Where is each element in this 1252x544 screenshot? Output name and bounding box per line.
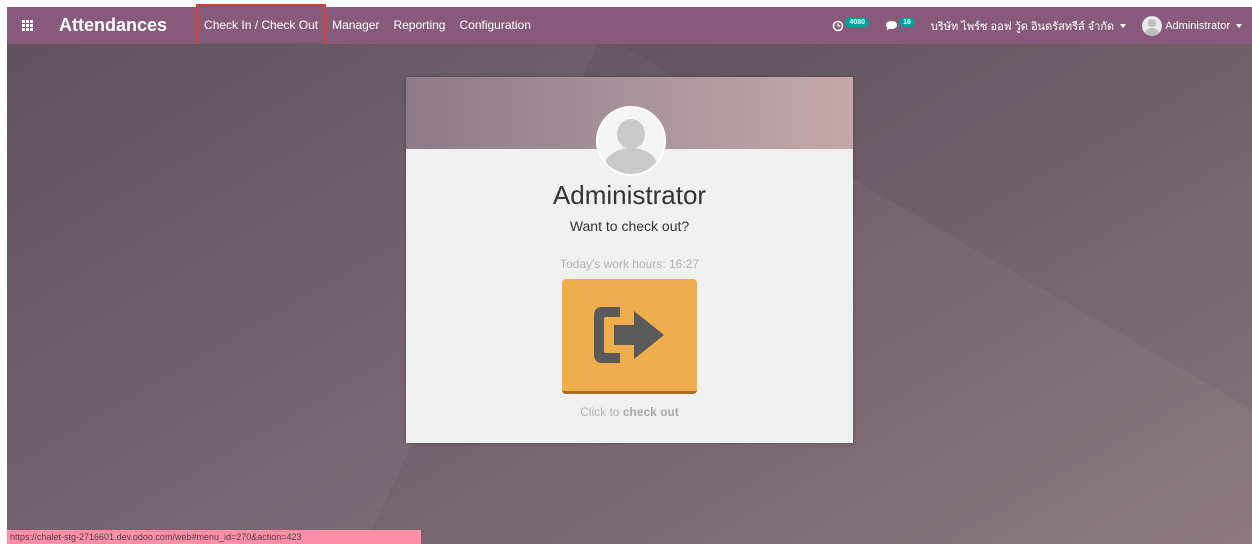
top-menu: Check In / Check Out Manager Reporting C…: [196, 4, 538, 55]
employee-avatar: [596, 106, 666, 176]
activity-menu[interactable]: 4080: [832, 18, 870, 32]
sign-out-icon: [593, 307, 664, 363]
employee-name: Administrator: [552, 180, 707, 210]
chevron-down-icon: [1120, 23, 1127, 28]
systray: 4080 16 บริษัท ไพร์ซ ออฟ วู้ด อินดรัสทรี…: [816, 7, 1252, 44]
check-out-hint: Click to check out: [406, 405, 853, 419]
chat-icon: [886, 20, 898, 30]
company-name: บริษัท ไพร์ซ ออฟ วู้ด อินดรัสทรีส์ จำกัด: [930, 20, 1115, 33]
user-name: Administrator: [1165, 19, 1230, 32]
activity-badge: 4080: [845, 18, 870, 27]
avatar: [1142, 15, 1163, 36]
chevron-down-icon: [1236, 23, 1242, 28]
main-content: Administrator Want to check out? Today's…: [7, 44, 1252, 544]
menu-configuration[interactable]: Configuration: [452, 7, 537, 44]
messaging-menu[interactable]: 16: [885, 18, 915, 32]
apps-grid-icon[interactable]: [7, 7, 47, 44]
menu-reporting[interactable]: Reporting: [386, 7, 452, 44]
user-menu[interactable]: Administrator: [1142, 15, 1242, 36]
messages-badge: 16: [899, 18, 915, 27]
check-out-button[interactable]: [562, 279, 697, 394]
check-out-question: Want to check out?: [569, 218, 690, 234]
main-navbar: Attendances Check In / Check Out Manager…: [7, 4, 1252, 55]
click-action: check out: [622, 405, 679, 419]
screen: Attendances Check In / Check Out Manager…: [0, 0, 1252, 544]
company-switcher[interactable]: บริษัท ไพร์ซ ออฟ วู้ด อินดรัสทรีส์ จำกัด: [930, 17, 1127, 35]
app-title[interactable]: Attendances: [59, 15, 167, 36]
work-hours: Today's work hours: 16:27: [559, 257, 700, 271]
clock-icon: [833, 20, 844, 31]
click-prefix: Click to: [580, 405, 620, 419]
menu-manager[interactable]: Manager: [325, 7, 386, 44]
status-bar-url: https://chalet-stg-2716601.dev.odoo.com/…: [7, 530, 421, 544]
attendance-card: Administrator Want to check out? Today's…: [406, 77, 853, 443]
